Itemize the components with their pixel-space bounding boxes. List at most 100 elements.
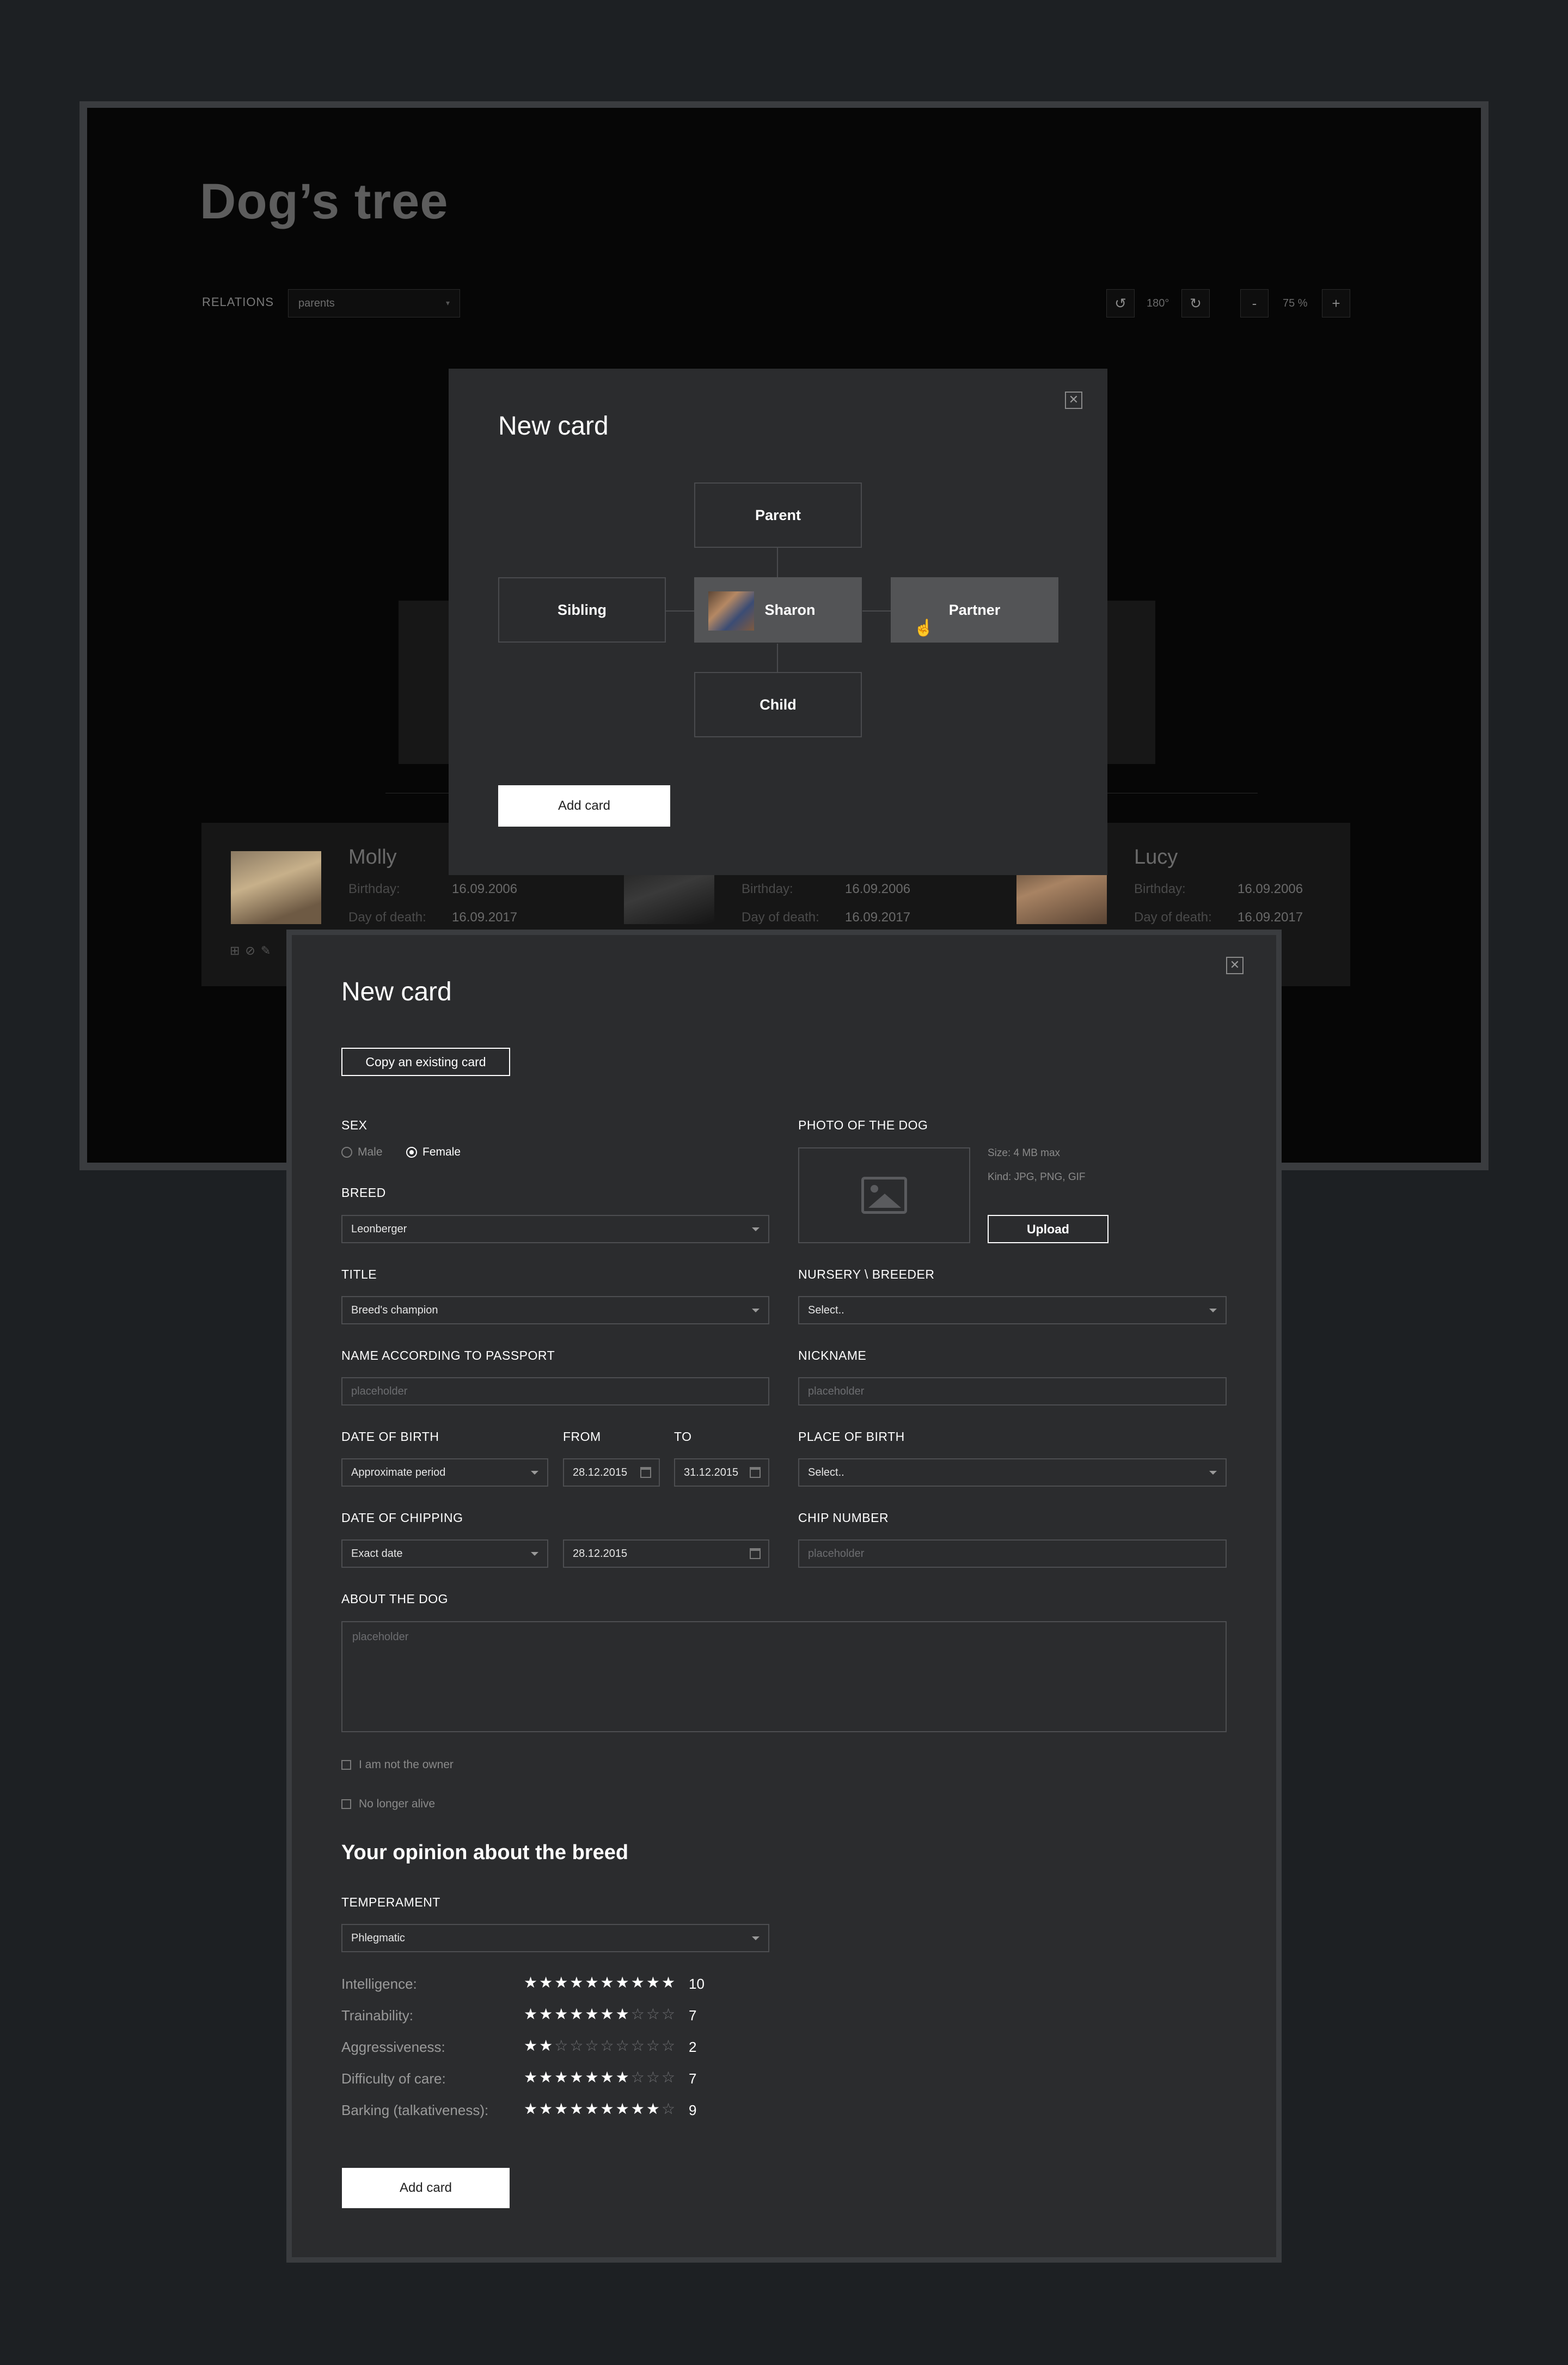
star-filled-icon[interactable]: ★ — [539, 2100, 554, 2117]
star-filled-icon[interactable]: ★ — [539, 2006, 554, 2022]
not-alive-checkbox[interactable]: No longer alive — [341, 1798, 435, 1811]
rating-intelligence[interactable]: Intelligence: ★★★★★★★★★★ 10 — [341, 1973, 777, 1995]
star-empty-icon[interactable]: ☆ — [601, 2037, 616, 2054]
rating-aggressiveness[interactable]: Aggressiveness: ★★☆☆☆☆☆☆☆☆ 2 — [341, 2037, 777, 2058]
star-filled-icon[interactable]: ★ — [585, 2069, 600, 2086]
star-filled-icon[interactable]: ★ — [585, 1974, 600, 1991]
star-empty-icon[interactable]: ☆ — [661, 2037, 677, 2054]
rating-difficulty-of-care[interactable]: Difficulty of care: ★★★★★★★☆☆☆ 7 — [341, 2068, 777, 2090]
star-filled-icon[interactable]: ★ — [646, 2100, 661, 2117]
nursery-select[interactable]: Select.. — [798, 1296, 1227, 1324]
star-empty-icon[interactable]: ☆ — [631, 2069, 646, 2086]
star-filled-icon[interactable]: ★ — [524, 1974, 539, 1991]
calendar-icon[interactable] — [750, 1467, 761, 1478]
rating-trainability[interactable]: Trainability: ★★★★★★★☆☆☆ 7 — [341, 2005, 777, 2027]
star-rating[interactable]: ★★☆☆☆☆☆☆☆☆ — [524, 2037, 677, 2055]
close-button[interactable]: ✕ — [1226, 957, 1244, 974]
chip-number-input[interactable]: placeholder — [798, 1539, 1227, 1568]
star-filled-icon[interactable]: ★ — [616, 2006, 631, 2022]
add-partner-button[interactable]: Partner ☝ — [891, 577, 1058, 643]
star-filled-icon[interactable]: ★ — [661, 1974, 677, 1991]
rotate-left-button[interactable]: ↺ — [1106, 289, 1135, 317]
star-filled-icon[interactable]: ★ — [569, 2100, 585, 2117]
rotate-right-button[interactable]: ↻ — [1181, 289, 1210, 317]
dob-mode-select[interactable]: Approximate period — [341, 1458, 548, 1487]
star-filled-icon[interactable]: ★ — [616, 2100, 631, 2117]
star-filled-icon[interactable]: ★ — [601, 1974, 616, 1991]
star-filled-icon[interactable]: ★ — [539, 2037, 554, 2054]
star-filled-icon[interactable]: ★ — [601, 2100, 616, 2117]
nickname-input[interactable]: placeholder — [798, 1377, 1227, 1405]
star-filled-icon[interactable]: ★ — [601, 2069, 616, 2086]
temperament-select[interactable]: Phlegmatic — [341, 1924, 769, 1952]
star-filled-icon[interactable]: ★ — [631, 1974, 646, 1991]
star-filled-icon[interactable]: ★ — [616, 2069, 631, 2086]
star-filled-icon[interactable]: ★ — [585, 2006, 600, 2022]
star-empty-icon[interactable]: ☆ — [554, 2037, 569, 2054]
star-empty-icon[interactable]: ☆ — [569, 2037, 585, 2054]
place-of-birth-select[interactable]: Select.. — [798, 1458, 1227, 1487]
star-empty-icon[interactable]: ☆ — [661, 2006, 677, 2022]
title-select[interactable]: Breed's champion — [341, 1296, 769, 1324]
star-empty-icon[interactable]: ☆ — [646, 2037, 661, 2054]
add-parent-button[interactable]: Parent — [694, 482, 862, 548]
connector-line — [862, 610, 891, 612]
star-filled-icon[interactable]: ★ — [601, 2006, 616, 2022]
dob-to-input[interactable]: 31.12.2015 — [674, 1458, 769, 1487]
star-rating[interactable]: ★★★★★★★☆☆☆ — [524, 2005, 677, 2023]
star-filled-icon[interactable]: ★ — [585, 2100, 600, 2117]
chipping-date-input[interactable]: 28.12.2015 — [563, 1539, 769, 1568]
upload-button[interactable]: Upload — [988, 1215, 1108, 1243]
star-rating[interactable]: ★★★★★★★★★☆ — [524, 2100, 677, 2118]
card-action-icons[interactable]: ⊞⊘✎ — [230, 944, 276, 958]
add-card-button[interactable]: Add card — [342, 2168, 510, 2208]
chipping-mode-value: Exact date — [351, 1548, 403, 1560]
zoom-in-button[interactable]: + — [1322, 289, 1350, 317]
add-child-button[interactable]: Child — [694, 672, 862, 737]
dob-from-input[interactable]: 28.12.2015 — [563, 1458, 660, 1487]
star-filled-icon[interactable]: ★ — [554, 2100, 569, 2117]
star-empty-icon[interactable]: ☆ — [616, 2037, 631, 2054]
star-filled-icon[interactable]: ★ — [524, 2100, 539, 2117]
breed-select[interactable]: Leonberger — [341, 1215, 769, 1243]
star-filled-icon[interactable]: ★ — [616, 1974, 631, 1991]
star-empty-icon[interactable]: ☆ — [661, 2069, 677, 2086]
sex-female-radio[interactable]: Female — [406, 1146, 461, 1159]
star-empty-icon[interactable]: ☆ — [646, 2006, 661, 2022]
passport-name-input[interactable]: placeholder — [341, 1377, 769, 1405]
star-rating[interactable]: ★★★★★★★☆☆☆ — [524, 2068, 677, 2086]
add-card-button[interactable]: Add card — [498, 785, 670, 827]
chipping-mode-select[interactable]: Exact date — [341, 1539, 548, 1568]
star-empty-icon[interactable]: ☆ — [585, 2037, 600, 2054]
star-filled-icon[interactable]: ★ — [569, 2006, 585, 2022]
star-filled-icon[interactable]: ★ — [569, 1974, 585, 1991]
calendar-icon[interactable] — [640, 1467, 651, 1478]
star-filled-icon[interactable]: ★ — [569, 2069, 585, 2086]
star-filled-icon[interactable]: ★ — [646, 1974, 661, 1991]
star-empty-icon[interactable]: ☆ — [646, 2069, 661, 2086]
star-filled-icon[interactable]: ★ — [524, 2006, 539, 2022]
star-filled-icon[interactable]: ★ — [539, 2069, 554, 2086]
photo-dropzone[interactable] — [798, 1147, 970, 1243]
about-textarea[interactable]: placeholder — [341, 1621, 1227, 1732]
star-empty-icon[interactable]: ☆ — [631, 2006, 646, 2022]
zoom-out-button[interactable]: - — [1240, 289, 1269, 317]
calendar-icon[interactable] — [750, 1548, 761, 1559]
close-button[interactable]: ✕ — [1065, 392, 1082, 409]
copy-existing-card-button[interactable]: Copy an existing card — [341, 1048, 510, 1076]
rating-barking[interactable]: Barking (talkativeness): ★★★★★★★★★☆ 9 — [341, 2100, 777, 2122]
relations-select[interactable]: parents ▾ — [288, 289, 460, 317]
star-filled-icon[interactable]: ★ — [524, 2069, 539, 2086]
add-sibling-button[interactable]: Sibling — [498, 577, 666, 643]
sex-male-radio[interactable]: Male — [341, 1146, 383, 1159]
star-empty-icon[interactable]: ☆ — [661, 2100, 677, 2117]
star-empty-icon[interactable]: ☆ — [631, 2037, 646, 2054]
star-filled-icon[interactable]: ★ — [554, 2069, 569, 2086]
star-filled-icon[interactable]: ★ — [631, 2100, 646, 2117]
star-filled-icon[interactable]: ★ — [539, 1974, 554, 1991]
star-filled-icon[interactable]: ★ — [554, 1974, 569, 1991]
not-owner-checkbox[interactable]: I am not the owner — [341, 1758, 454, 1771]
star-rating[interactable]: ★★★★★★★★★★ — [524, 1973, 677, 1991]
star-filled-icon[interactable]: ★ — [524, 2037, 539, 2054]
star-filled-icon[interactable]: ★ — [554, 2006, 569, 2022]
